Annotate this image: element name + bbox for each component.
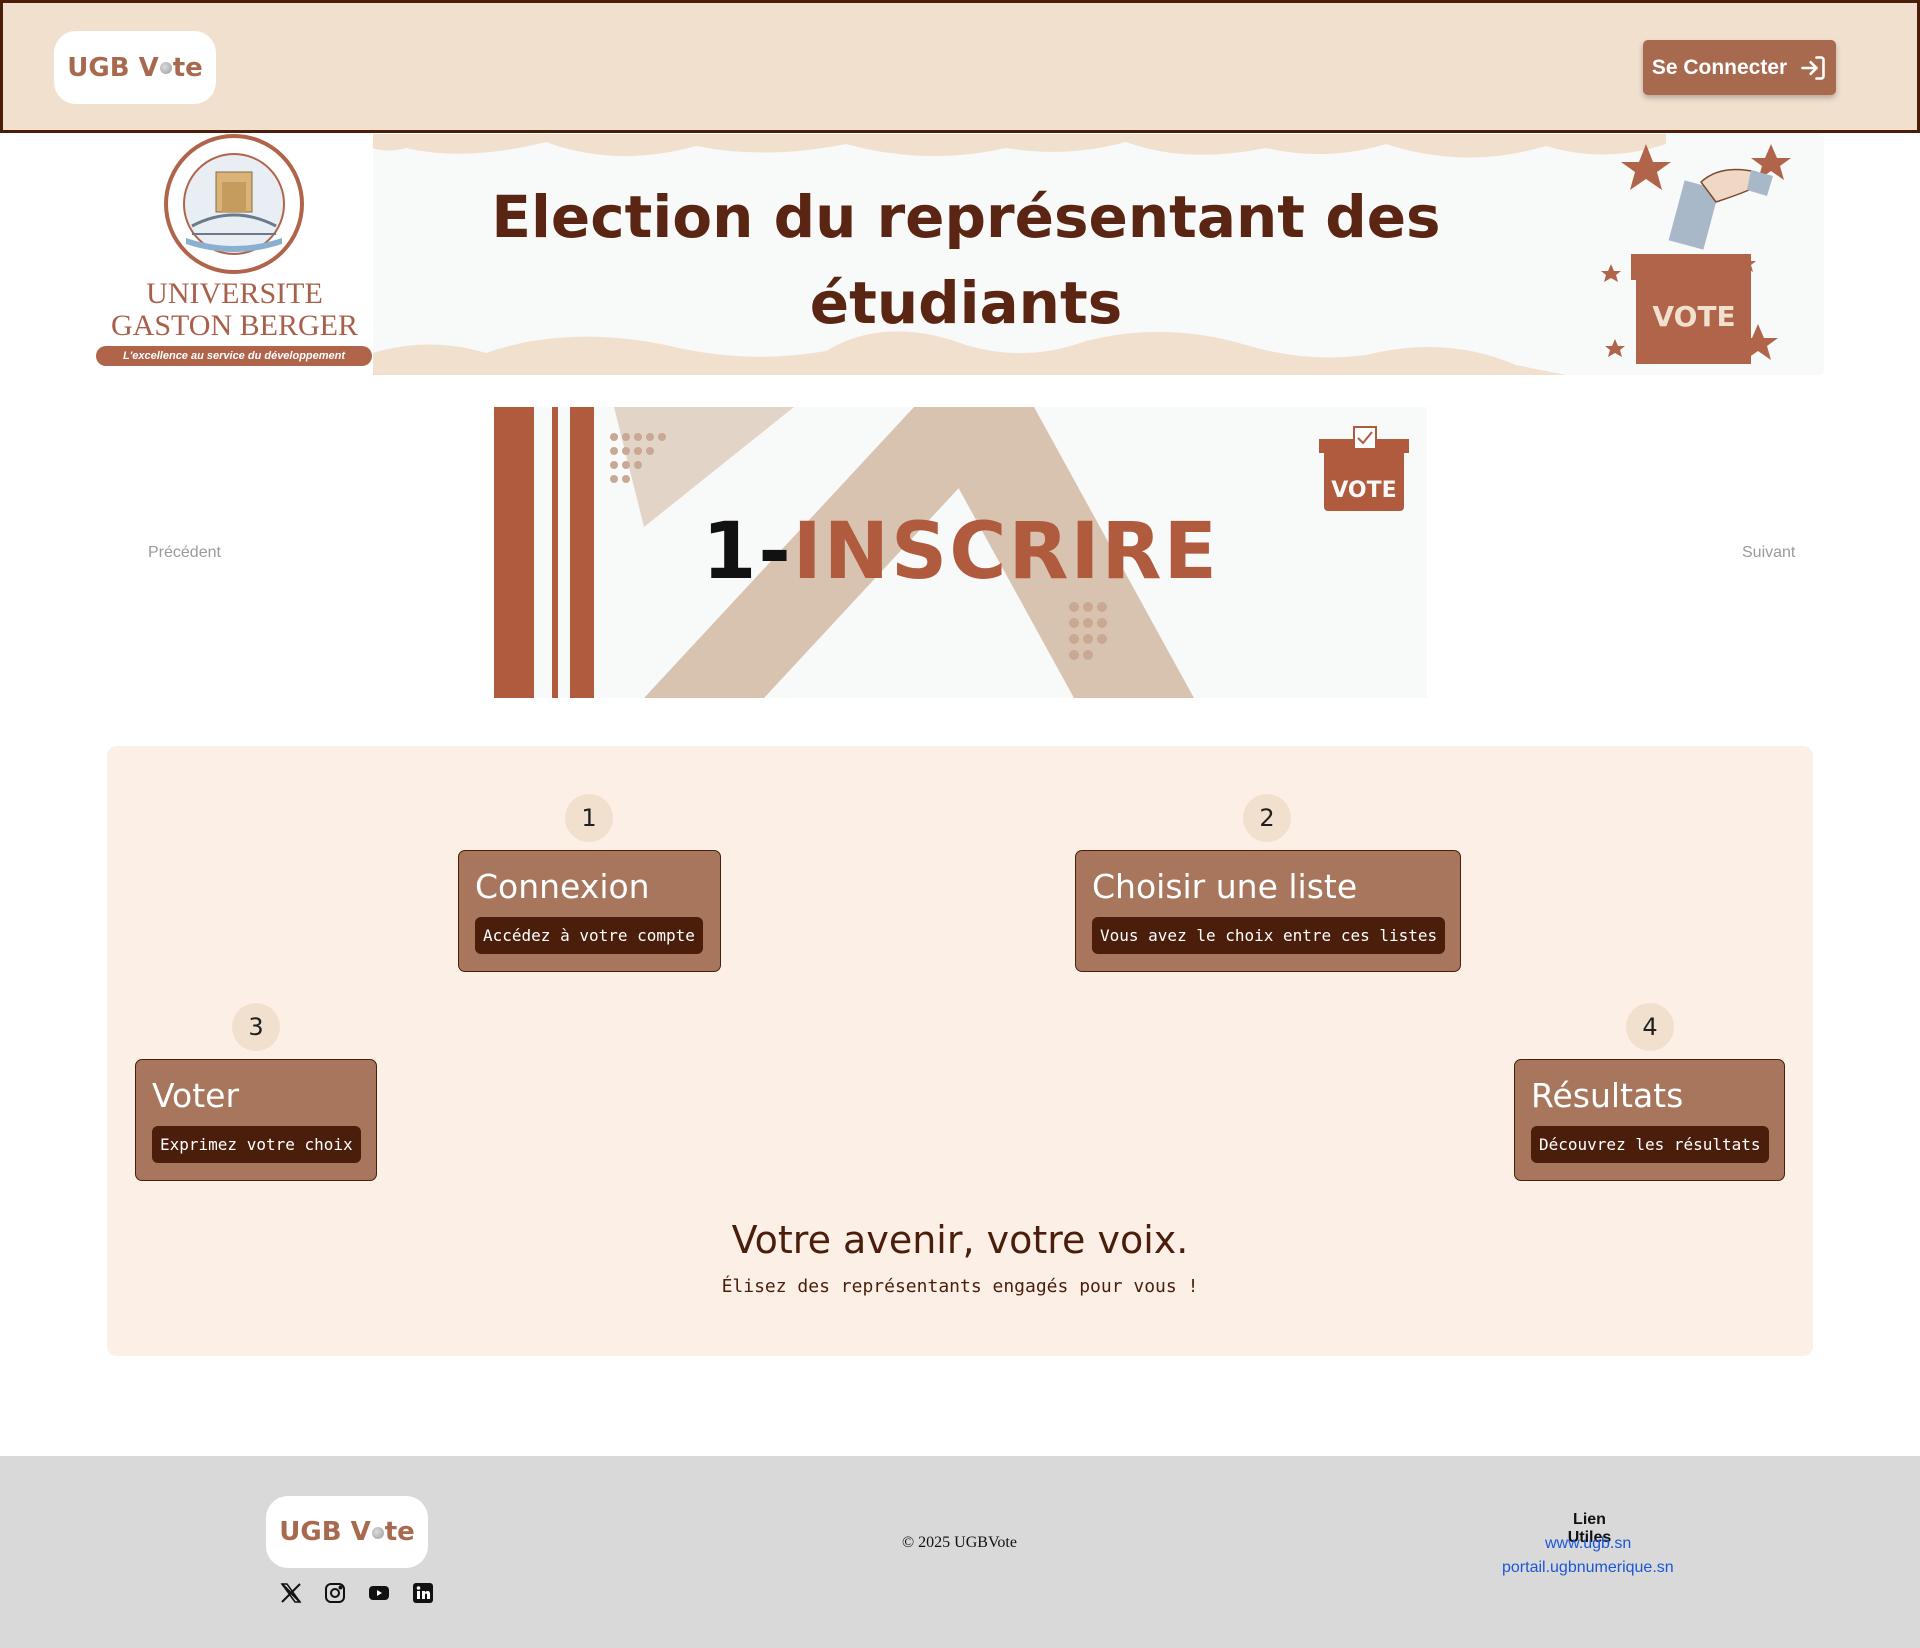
- tagline: Votre avenir, votre voix.: [731, 1218, 1189, 1262]
- step-description: Découvrez les résultats: [1531, 1126, 1769, 1163]
- university-name-line1: UNIVERSITE: [146, 277, 323, 310]
- step-description: Exprimez votre choix: [152, 1126, 361, 1163]
- election-banner: UNIVERSITE GASTON BERGER L'excellence au…: [96, 134, 1824, 375]
- slide-caption: 1-INSCRIRE: [494, 507, 1427, 597]
- step-title: Connexion: [475, 867, 650, 906]
- step-number-3: 3: [232, 1003, 280, 1051]
- step-card-voter[interactable]: Voter Exprimez votre choix: [135, 1059, 377, 1181]
- carousel-prev-button[interactable]: Précédent: [148, 544, 221, 562]
- site-header: UGB Vte Se Connecter: [0, 0, 1920, 133]
- login-arrow-icon: [1801, 55, 1825, 80]
- ballot-dot-icon: [371, 1526, 384, 1539]
- footer-ugbvote-logo[interactable]: UGB Vte: [266, 1496, 428, 1568]
- title-line1: Election du représentant des: [491, 183, 1441, 251]
- step-card-connexion[interactable]: Connexion Accédez à votre compte: [458, 850, 721, 972]
- svg-text:VOTE: VOTE: [1331, 478, 1396, 503]
- step-title: Voter: [152, 1076, 240, 1115]
- steps-panel: 1 Connexion Accédez à votre compte 2 Cho…: [107, 746, 1813, 1356]
- university-name-line2: GASTON BERGER: [111, 309, 358, 342]
- logo-text: UGB Vte: [67, 52, 203, 83]
- university-logo: UNIVERSITE GASTON BERGER L'excellence au…: [96, 134, 373, 375]
- step-number-2: 2: [1243, 794, 1291, 842]
- step-description: Vous avez le choix entre ces listes: [1092, 917, 1446, 954]
- svg-text:VOTE: VOTE: [1652, 300, 1735, 333]
- banner-decor-top: [366, 134, 1666, 158]
- x-icon[interactable]: [278, 1580, 304, 1606]
- ballot-box-illustration: VOTE: [1601, 144, 1791, 364]
- login-button[interactable]: Se Connecter: [1643, 40, 1836, 95]
- link-ugb[interactable]: www.ugb.sn: [1545, 1535, 1631, 1553]
- page-title: Election du représentant des étudiants: [466, 174, 1466, 346]
- university-seal-icon: [164, 134, 304, 274]
- footer-logo-text: UGB Vte: [279, 1517, 415, 1547]
- copyright-text: © 2025 UGBVote: [902, 1534, 1017, 1551]
- social-links: [278, 1580, 436, 1606]
- login-button-label: Se Connecter: [1651, 55, 1788, 79]
- ballot-dot-icon: [159, 62, 172, 74]
- step-card-resultats[interactable]: Résultats Découvrez les résultats: [1514, 1059, 1785, 1181]
- subline: Élisez des représentants engagés pour vo…: [721, 1276, 1199, 1297]
- title-line2: étudiants: [809, 269, 1123, 337]
- step-title: Résultats: [1531, 1076, 1684, 1115]
- step-number-1: 1: [565, 794, 613, 842]
- step-number-4: 4: [1626, 1003, 1674, 1051]
- site-footer: UGB Vte © 2025 UGBVote Lien Utiles www.u…: [0, 1456, 1920, 1648]
- slide-step-number: 1-: [702, 507, 793, 597]
- link-ugbnumerique[interactable]: portail.ugbnumerique.sn: [1502, 1559, 1674, 1577]
- youtube-icon[interactable]: [366, 1580, 392, 1606]
- step-title: Choisir une liste: [1092, 867, 1358, 906]
- ugbvote-logo[interactable]: UGB Vte: [54, 31, 216, 104]
- slide-step-label: INSCRIRE: [792, 507, 1219, 597]
- carousel-slide: VOTE 1-INSCRIRE: [494, 407, 1427, 698]
- linkedin-icon[interactable]: [410, 1580, 436, 1606]
- carousel-next-button[interactable]: Suivant: [1742, 544, 1795, 562]
- step-description: Accédez à votre compte: [475, 917, 703, 954]
- instagram-icon[interactable]: [322, 1580, 348, 1606]
- step-card-choisir-liste[interactable]: Choisir une liste Vous avez le choix ent…: [1075, 850, 1461, 972]
- university-tagline: L'excellence au service du développement: [96, 346, 372, 366]
